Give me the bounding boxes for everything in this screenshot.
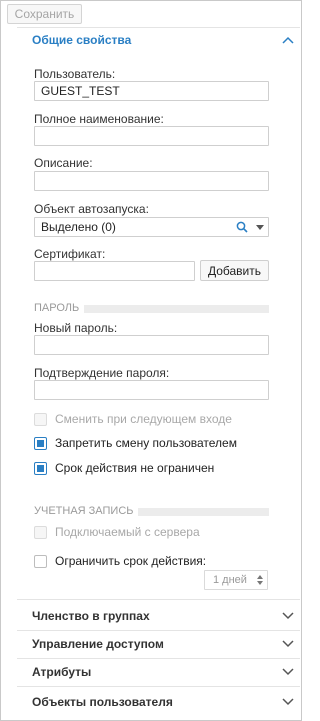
stepper-down-icon[interactable]	[257, 581, 263, 585]
certificate-field[interactable]	[34, 261, 195, 281]
chevron-down-icon	[280, 636, 296, 652]
group-divider	[138, 508, 269, 516]
checkbox-box	[34, 436, 47, 450]
checkbox-label: Запретить смену пользователем	[55, 436, 237, 450]
days-value: 1 дней	[213, 574, 247, 586]
divider	[17, 630, 300, 631]
chevron-up-icon	[280, 32, 296, 48]
divider	[17, 599, 300, 600]
autostart-value: Выделено (0)	[41, 220, 116, 234]
checkbox-label: Сменить при следующем входе	[55, 412, 232, 426]
new-password-field[interactable]	[34, 335, 269, 355]
days-stepper[interactable]: 1 дней	[204, 570, 268, 590]
section-general-header[interactable]: Общие свойства	[17, 28, 300, 52]
section-groups-title: Членство в группах	[32, 609, 150, 623]
fullname-field[interactable]	[34, 126, 269, 146]
checkbox-label: Срок действия не ограничен	[55, 461, 215, 475]
section-groups-header[interactable]: Членство в группах	[17, 604, 300, 628]
section-user-objects-title: Объекты пользователя	[32, 695, 173, 709]
stepper-up-icon[interactable]	[257, 575, 263, 579]
chevron-down-icon	[280, 608, 296, 624]
unlimited-validity-checkbox[interactable]: Срок действия не ограничен	[34, 461, 214, 475]
confirm-password-field[interactable]	[34, 380, 269, 400]
description-field[interactable]	[34, 171, 269, 191]
account-group-title: УЧЕТНАЯ ЗАПИСЬ	[34, 505, 134, 517]
description-label: Описание:	[34, 156, 93, 170]
section-access-title: Управление доступом	[32, 637, 164, 651]
checkbox-label: Ограничить срок действия:	[55, 554, 207, 568]
user-label: Пользователь:	[34, 67, 116, 81]
section-attributes-title: Атрибуты	[32, 665, 92, 679]
autostart-select[interactable]: Выделено (0)	[34, 217, 269, 237]
section-user-objects-header[interactable]: Объекты пользователя	[17, 690, 300, 714]
chevron-down-icon	[280, 694, 296, 710]
checkbox-box	[34, 412, 47, 426]
autostart-label: Объект автозапуска:	[34, 202, 149, 216]
search-icon[interactable]	[236, 221, 248, 233]
user-value: GUEST_TEST	[41, 84, 120, 98]
section-general-title: Общие свойства	[32, 33, 132, 47]
server-connectable-checkbox[interactable]: Подключаемый с сервера	[34, 525, 200, 539]
checkbox-box	[34, 461, 47, 475]
limit-validity-checkbox[interactable]: Ограничить срок действия:	[34, 554, 206, 568]
forbid-change-checkbox[interactable]: Запретить смену пользователем	[34, 436, 237, 450]
chevron-down-icon	[280, 664, 296, 680]
divider	[17, 658, 300, 659]
checkbox-box	[34, 554, 47, 568]
section-attributes-header[interactable]: Атрибуты	[17, 660, 300, 684]
change-next-login-checkbox[interactable]: Сменить при следующем входе	[34, 412, 232, 426]
confirm-password-label: Подтверждение пароля:	[34, 366, 170, 380]
checkbox-label: Подключаемый с сервера	[55, 525, 200, 539]
caret-down-icon[interactable]	[256, 224, 264, 230]
certificate-label: Сертификат:	[34, 247, 106, 261]
fullname-label: Полное наименование:	[34, 112, 164, 126]
user-field[interactable]: GUEST_TEST	[34, 81, 269, 101]
group-divider	[84, 305, 269, 313]
divider	[17, 686, 300, 687]
password-group-title: ПАРОЛЬ	[34, 302, 80, 314]
section-access-header[interactable]: Управление доступом	[17, 632, 300, 656]
new-password-label: Новый пароль:	[34, 321, 118, 335]
save-button[interactable]: Сохранить	[7, 4, 82, 24]
checkbox-box	[34, 525, 47, 539]
add-certificate-button[interactable]: Добавить	[200, 260, 269, 281]
